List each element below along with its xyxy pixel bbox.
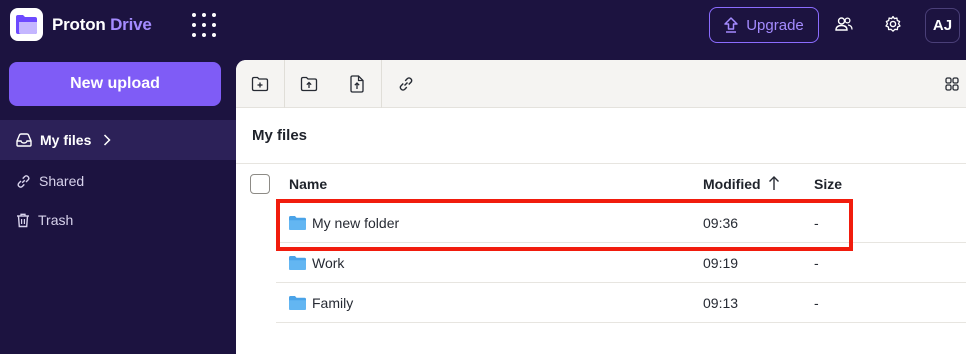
sidebar-item-my-files[interactable]: My files	[0, 120, 236, 160]
divider	[236, 163, 966, 164]
folder-icon	[289, 296, 306, 310]
sidebar: New upload My files Shared Trash	[0, 54, 236, 354]
new-upload-button[interactable]: New upload	[9, 62, 221, 106]
upload-arrow-icon	[724, 17, 738, 33]
grid-view-icon	[945, 77, 959, 91]
sidebar-item-label: Shared	[39, 173, 85, 189]
proton-drive-logo[interactable]	[10, 8, 43, 41]
column-header-name[interactable]: Name	[289, 176, 327, 192]
sort-ascending-icon[interactable]	[768, 175, 780, 191]
share-link-button[interactable]	[382, 60, 430, 108]
brand-name: Proton Drive	[52, 15, 152, 34]
row-modified: 09:19	[703, 255, 739, 271]
folder-icon	[289, 256, 306, 270]
chevron-right-icon[interactable]	[103, 134, 111, 146]
new-folder-icon	[251, 76, 269, 92]
row-modified: 09:13	[703, 295, 739, 311]
sidebar-item-label: My files	[40, 132, 92, 148]
settings-gear-icon[interactable]	[884, 15, 902, 33]
upload-file-icon	[350, 75, 364, 93]
row-size: -	[814, 295, 819, 311]
page-title: My files	[252, 127, 308, 144]
trash-icon	[17, 213, 29, 227]
new-folder-button[interactable]	[236, 60, 284, 108]
select-all-checkbox[interactable]	[250, 174, 270, 194]
row-size: -	[814, 255, 819, 271]
top-bar: Proton Drive Upgrade AJ	[0, 0, 966, 54]
toolbar	[236, 60, 966, 108]
link-icon	[399, 77, 413, 91]
inbox-icon	[16, 133, 32, 147]
column-header-modified[interactable]: Modified	[703, 176, 761, 192]
table-row[interactable]: Family 09:13 -	[276, 283, 966, 323]
upload-file-button[interactable]	[333, 60, 381, 108]
column-header-size[interactable]: Size	[814, 176, 842, 192]
sidebar-item-label: Trash	[38, 212, 74, 228]
sidebar-item-shared[interactable]: Shared	[0, 161, 236, 201]
sidebar-item-trash[interactable]: Trash	[0, 200, 236, 240]
upload-folder-icon	[300, 76, 318, 92]
user-avatar[interactable]: AJ	[925, 8, 960, 43]
contacts-icon[interactable]	[835, 15, 853, 33]
folder-logo-icon	[16, 15, 37, 34]
row-name: Family	[312, 295, 354, 311]
link-icon	[17, 174, 30, 188]
grid-view-button[interactable]	[938, 60, 966, 108]
highlight-box	[276, 199, 853, 251]
apps-grid-icon[interactable]	[192, 13, 216, 37]
row-name: Work	[312, 255, 345, 271]
upgrade-button[interactable]: Upgrade	[709, 7, 819, 43]
upload-folder-button[interactable]	[285, 60, 333, 108]
